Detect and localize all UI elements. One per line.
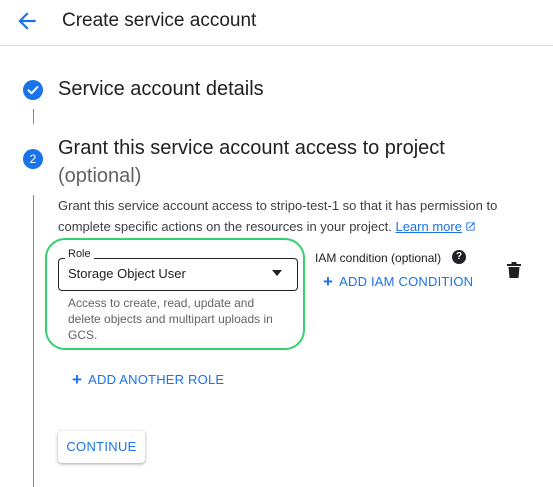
step-connector-line [33, 195, 34, 487]
step-1-title[interactable]: Service account details [58, 78, 264, 101]
step-connector [33, 109, 34, 124]
role-selected-value[interactable]: Storage Object User [68, 266, 186, 281]
help-icon[interactable]: ? [452, 250, 466, 264]
add-another-role-label: ADD ANOTHER ROLE [88, 372, 225, 387]
back-arrow-icon[interactable] [14, 8, 40, 34]
role-help-text: Access to create, read, update and delet… [68, 296, 273, 342]
add-iam-condition-button[interactable]: + ADD IAM CONDITION [323, 272, 473, 292]
add-iam-condition-label: ADD IAM CONDITION [339, 274, 474, 289]
plus-icon: + [72, 370, 83, 389]
check-icon [27, 86, 39, 95]
grant-description: Grant this service account access to str… [58, 195, 518, 237]
step-2-indicator: 2 [23, 149, 43, 169]
continue-button[interactable]: CONTINUE [58, 431, 145, 463]
add-another-role-button[interactable]: + ADD ANOTHER ROLE [72, 370, 224, 390]
dropdown-arrow-icon[interactable] [272, 270, 282, 276]
step-2-title: Grant this service account access to pro… [58, 134, 498, 190]
delete-trash-icon[interactable] [507, 262, 521, 278]
step-complete-indicator [23, 80, 43, 100]
page-title: Create service account [62, 10, 257, 31]
role-field-label: Role [65, 248, 94, 260]
external-link-icon [466, 222, 475, 231]
step-2-optional-label: (optional) [58, 165, 142, 187]
learn-more-label: Learn more [395, 219, 462, 234]
step-2-title-text: Grant this service account access to pro… [58, 137, 445, 159]
learn-more-link[interactable]: Learn more [395, 219, 475, 234]
plus-icon: + [323, 272, 334, 291]
iam-condition-label: IAM condition (optional) [315, 251, 442, 265]
